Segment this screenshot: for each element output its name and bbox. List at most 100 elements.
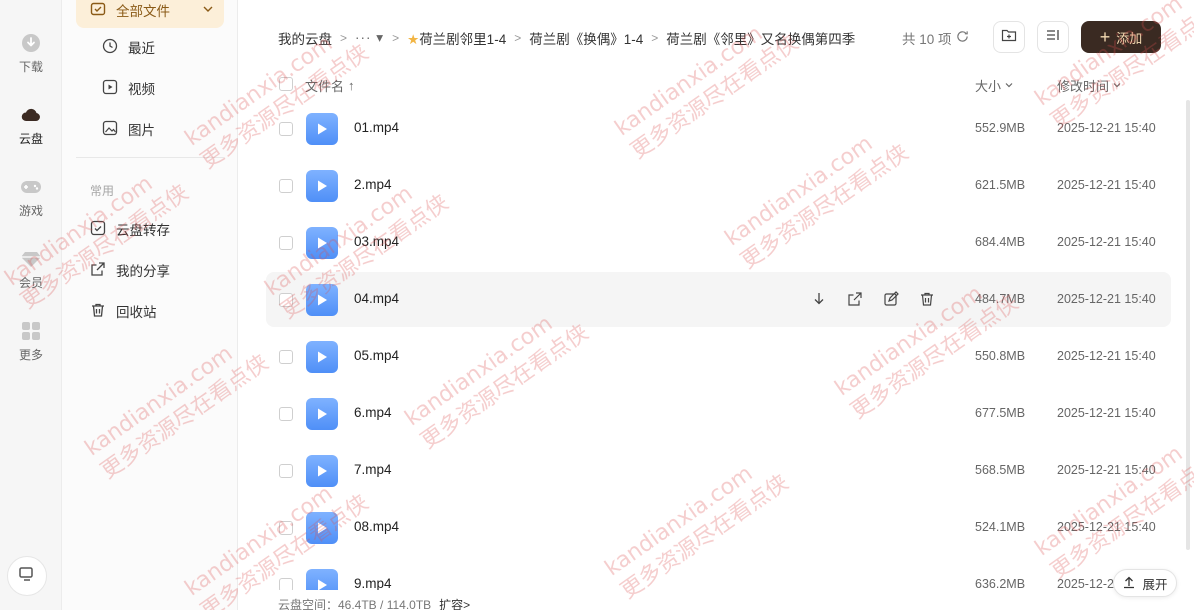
download-icon (20, 32, 42, 54)
sidebar-item-label: 图片 (128, 123, 155, 138)
scrollbar[interactable] (1186, 100, 1190, 550)
expand-storage-link[interactable]: 扩容> (439, 596, 470, 610)
expand-button[interactable]: 展开 (1113, 569, 1177, 597)
add-button-label: 添加 (1116, 30, 1143, 46)
image-icon (102, 120, 118, 139)
file-date: 2025-12-21 15:40 (1057, 520, 1156, 534)
share-icon (90, 261, 106, 280)
trash-icon (90, 302, 106, 321)
sidebar-item-video[interactable]: 视频 (76, 70, 224, 106)
table-row[interactable]: 03.mp4 684.4MB 2025-12-21 15:40 (266, 215, 1171, 270)
download-icon[interactable] (810, 290, 828, 308)
row-checkbox[interactable] (279, 293, 293, 307)
sidebar-item-label: 回收站 (116, 305, 157, 320)
file-name[interactable]: 05.mp4 (354, 348, 399, 363)
row-checkbox[interactable] (279, 464, 293, 478)
column-header-size[interactable]: 大小 (975, 76, 1014, 95)
file-size: 568.5MB (975, 463, 1026, 477)
breadcrumb-item-1-label: 荷兰剧邻里1-4 (419, 32, 507, 47)
breadcrumb-item-1[interactable]: ★荷兰剧邻里1-4 (407, 28, 506, 48)
table-header: 文件名 ↑ 大小 修改时间 (266, 72, 1171, 96)
rail-item-download[interactable]: 下载 (0, 32, 62, 75)
rail-item-more[interactable]: 更多 (0, 320, 62, 363)
sidebar-item-images[interactable]: 图片 (76, 111, 224, 147)
file-name[interactable]: 6.mp4 (354, 405, 392, 420)
row-checkbox[interactable] (279, 578, 293, 590)
video-file-icon (306, 341, 338, 373)
table-row[interactable]: 2.mp4 621.5MB 2025-12-21 15:40 (266, 158, 1171, 213)
video-file-icon (306, 284, 338, 316)
sidebar-divider (76, 157, 224, 158)
chevron-right-icon: > (651, 31, 659, 45)
sidebar-item-transfer[interactable]: 云盘转存 (76, 211, 224, 247)
file-name[interactable]: 01.mp4 (354, 120, 399, 135)
rail-label: 下载 (18, 60, 43, 74)
file-date: 2025-12-21 15:40 (1057, 178, 1156, 192)
rail-item-member[interactable]: 会员 (0, 248, 62, 291)
file-size: 524.1MB (975, 520, 1026, 534)
video-file-icon (306, 512, 338, 544)
share-icon[interactable] (846, 290, 864, 308)
row-checkbox[interactable] (279, 350, 293, 364)
file-name[interactable]: 2.mp4 (354, 177, 392, 192)
breadcrumb-item-2[interactable]: 荷兰剧《换偶》1-4 (529, 28, 643, 48)
rail-item-games[interactable]: 游戏 (0, 176, 62, 219)
file-name[interactable]: 9.mp4 (354, 576, 392, 590)
row-checkbox[interactable] (279, 521, 293, 535)
sidebar-item-trash[interactable]: 回收站 (76, 293, 224, 329)
device-button[interactable] (7, 556, 47, 596)
video-file-icon (306, 170, 338, 202)
device-icon (18, 565, 36, 588)
table-row[interactable]: 9.mp4 636.2MB 2025-12-21 15:40 (266, 557, 1171, 590)
trash-icon[interactable] (918, 290, 936, 308)
sidebar-item-my-share[interactable]: 我的分享 (76, 252, 224, 288)
row-checkbox[interactable] (279, 122, 293, 136)
sidebar-item-label: 全部文件 (116, 4, 170, 19)
sidebar-item-recent[interactable]: 最近 (76, 29, 224, 65)
file-date: 2025-12-21 15:40 (1057, 406, 1156, 420)
upload-icon (1122, 575, 1136, 592)
row-checkbox[interactable] (279, 236, 293, 250)
add-button[interactable]: + 添加 (1081, 21, 1161, 53)
column-header-name[interactable]: 文件名 ↑ (305, 76, 355, 95)
video-file-icon (306, 227, 338, 259)
file-date: 2025-12-21 15:40 (1057, 121, 1156, 135)
column-header-date-label: 修改时间 (1057, 79, 1110, 94)
refresh-icon[interactable] (956, 30, 969, 46)
expand-button-label: 展开 (1142, 577, 1168, 592)
file-name[interactable]: 04.mp4 (354, 291, 399, 306)
video-file-icon (306, 569, 338, 590)
row-checkbox[interactable] (279, 407, 293, 421)
new-folder-button[interactable] (993, 21, 1025, 53)
breadcrumb: 我的云盘 > ··· ▾ > ★荷兰剧邻里1-4 > 荷兰剧《换偶》1-4 > … (278, 28, 855, 48)
edit-icon[interactable] (882, 290, 900, 308)
file-name[interactable]: 03.mp4 (354, 234, 399, 249)
table-row[interactable]: 7.mp4 568.5MB 2025-12-21 15:40 (266, 443, 1171, 498)
table-row[interactable]: 08.mp4 524.1MB 2025-12-21 15:40 (266, 500, 1171, 555)
table-row[interactable]: 05.mp4 550.8MB 2025-12-21 15:40 (266, 329, 1171, 384)
breadcrumb-current: 荷兰剧《邻里》又名换偶第四季 (666, 32, 856, 47)
sidebar-item-label: 视频 (128, 82, 155, 97)
file-size: 684.4MB (975, 235, 1026, 249)
storage-footer: 云盘空间：46.4TB / 114.0TB 扩容> (278, 596, 470, 610)
table-row[interactable]: 04.mp4 484.7MB 2025-12-21 15:40 (266, 272, 1171, 327)
rail-label: 云盘 (18, 132, 43, 146)
rail-item-cloud[interactable]: 云盘 (0, 104, 62, 147)
breadcrumb-more[interactable]: ··· ▾ (355, 30, 384, 46)
sidebar-item-all-files[interactable]: 全部文件 (76, 0, 224, 28)
breadcrumb-root[interactable]: 我的云盘 (278, 28, 332, 48)
file-name[interactable]: 7.mp4 (354, 462, 392, 477)
video-file-icon (306, 398, 338, 430)
table-row[interactable]: 01.mp4 552.9MB 2025-12-21 15:40 (266, 101, 1171, 156)
column-header-date[interactable]: 修改时间 (1057, 76, 1122, 95)
column-header-size-label: 大小 (975, 79, 1002, 94)
select-all-checkbox[interactable] (279, 77, 293, 91)
sidebar-item-label: 云盘转存 (116, 223, 170, 238)
app-window: 下载 云盘 游戏 会员 更多 全部文件 最近 视频 图片 常用 云盘转存 我的分… (0, 0, 1194, 610)
file-size: 677.5MB (975, 406, 1026, 420)
file-name[interactable]: 08.mp4 (354, 519, 399, 534)
table-row[interactable]: 6.mp4 677.5MB 2025-12-21 15:40 (266, 386, 1171, 441)
chevron-down-icon (202, 3, 214, 18)
row-checkbox[interactable] (279, 179, 293, 193)
sort-view-button[interactable] (1037, 21, 1069, 53)
